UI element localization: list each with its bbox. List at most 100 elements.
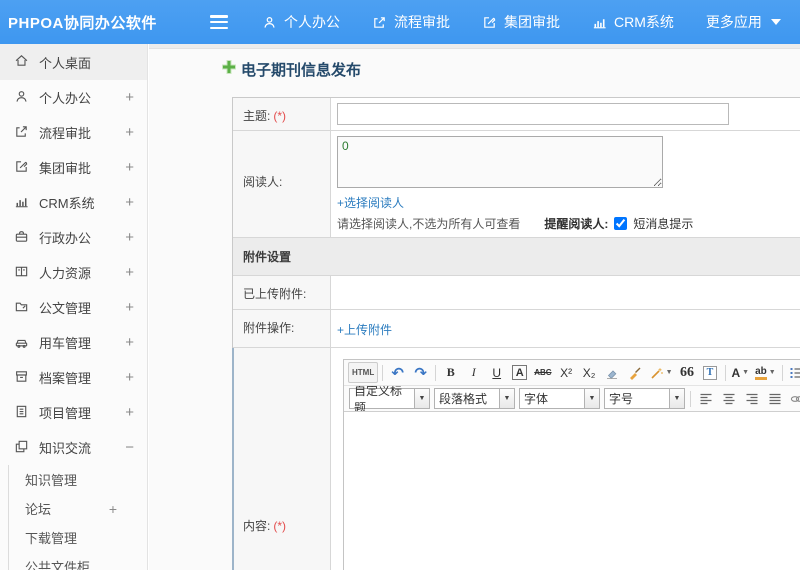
chevron-down-icon: ▼ <box>742 369 750 376</box>
blockquote-button[interactable]: 66 <box>677 362 698 383</box>
italic-button[interactable]: I <box>463 362 484 383</box>
readers-hint: 请选择阅读人,不选为所有人可查看 <box>337 217 521 231</box>
custom-heading-select[interactable]: 自定义标题 ▼ <box>349 386 430 411</box>
required-mark: (*) <box>273 109 287 123</box>
align-right-button[interactable] <box>741 388 762 409</box>
editor-toolbar-row1: HTML ↶ ↷ B I U A ABC X² X₂ ▼ 66 T A ▼ ab… <box>344 360 800 386</box>
superscript-button[interactable]: X² <box>556 362 577 383</box>
align-justify-button[interactable] <box>764 388 785 409</box>
font-style-button[interactable]: A <box>509 362 530 383</box>
sidebar-item-admin-office[interactable]: 行政办公 + <box>0 220 147 255</box>
sidebar-item-project-management[interactable]: 项目管理 + <box>0 395 147 430</box>
menu-toggle-icon[interactable] <box>210 15 230 29</box>
chevron-down-icon[interactable]: ▼ <box>414 389 429 408</box>
chevron-down-icon[interactable]: ▼ <box>669 389 684 408</box>
content-value-cell: HTML ↶ ↷ B I U A ABC X² X₂ ▼ 66 T A ▼ ab… <box>331 348 800 570</box>
html-source-button[interactable]: HTML <box>348 362 379 383</box>
sidebar-item-workflow-approval[interactable]: 流程审批 + <box>0 115 147 150</box>
expand-toggle[interactable]: + <box>125 404 134 421</box>
sidebar-item-archive-management[interactable]: 档案管理 + <box>0 360 147 395</box>
undo-button[interactable]: ↶ <box>387 362 408 383</box>
nav-personal-office[interactable]: 个人办公 <box>262 12 340 32</box>
chevron-down-icon: ▼ <box>768 369 776 376</box>
insert-link-button[interactable] <box>787 388 800 409</box>
align-center-button[interactable] <box>718 388 739 409</box>
sidebar-item-human-resources[interactable]: 人力资源 + <box>0 255 147 290</box>
nav-label: 个人办公 <box>284 14 340 30</box>
share-icon <box>372 15 387 30</box>
expand-toggle[interactable]: + <box>125 194 134 211</box>
attachment-action-label: 附件操作: <box>243 321 295 335</box>
editor-content-area[interactable] <box>344 412 800 570</box>
underline-button[interactable]: U <box>486 362 507 383</box>
subject-input[interactable] <box>337 103 729 125</box>
auto-format-button[interactable]: ▼ <box>648 362 675 383</box>
font-family-select[interactable]: 字体 ▼ <box>519 388 600 409</box>
sidebar-item-group-approval[interactable]: 集团审批 + <box>0 150 147 185</box>
expand-toggle[interactable]: + <box>125 159 134 176</box>
sidebar-item-knowledge-exchange[interactable]: 知识交流 − <box>0 430 147 465</box>
remind-readers-label: 提醒阅读人: <box>544 217 609 231</box>
eraser-button[interactable] <box>602 362 623 383</box>
required-mark: (*) <box>273 518 287 533</box>
user-icon <box>14 89 29 107</box>
main-content: 电子期刊信息发布 主题: (*) 阅读人: 0 +选择阅读人 请选择阅读人,不选… <box>149 44 800 570</box>
paragraph-format-select[interactable]: 段落格式 ▼ <box>434 388 515 409</box>
highlight-color-button[interactable]: ab ▼ <box>753 362 778 383</box>
expand-toggle[interactable]: + <box>125 89 134 106</box>
expand-toggle[interactable]: + <box>125 334 134 351</box>
nav-more-apps[interactable]: 更多应用 <box>706 12 781 32</box>
choose-readers-link[interactable]: +选择阅读人 <box>337 194 404 211</box>
chevron-down-icon: ▼ <box>665 369 673 376</box>
ordered-list-button[interactable]: ▼ <box>787 362 800 383</box>
sidebar-subitem-download-management[interactable]: 下载管理 <box>9 523 147 552</box>
nav-label: 集团审批 <box>504 14 560 30</box>
chevron-down-icon[interactable]: ▼ <box>584 389 599 408</box>
strikethrough-button[interactable]: ABC <box>532 362 553 383</box>
sidebar-item-label: 项目管理 <box>39 406 92 421</box>
align-left-button[interactable] <box>695 388 716 409</box>
folder-icon <box>14 299 29 317</box>
expand-toggle[interactable]: + <box>125 369 134 386</box>
font-color-button[interactable]: A ▼ <box>730 362 752 383</box>
format-brush-button[interactable] <box>625 362 646 383</box>
subscript-button[interactable]: X₂ <box>579 362 600 383</box>
expand-toggle[interactable]: + <box>125 264 134 281</box>
readers-label: 阅读人: <box>243 175 283 189</box>
readers-value-cell: 0 +选择阅读人 请选择阅读人,不选为所有人可查看 提醒阅读人: 短消息提示 <box>331 131 800 237</box>
bold-button[interactable]: B <box>440 362 461 383</box>
car-icon <box>14 334 29 352</box>
font-color-icon: A <box>731 365 741 380</box>
expand-toggle[interactable]: + <box>125 124 134 141</box>
readers-textarea[interactable]: 0 <box>337 136 663 188</box>
sidebar-item-crm-system[interactable]: CRM系统 + <box>0 185 147 220</box>
sidebar-item-label: 个人桌面 <box>39 55 92 71</box>
sidebar-item-personal-office[interactable]: 个人办公 + <box>0 80 147 115</box>
sidebar-item-vehicle-management[interactable]: 用车管理 + <box>0 325 147 360</box>
nav-group-approval[interactable]: 集团审批 <box>482 12 560 32</box>
highlight-icon: ab <box>755 366 767 380</box>
upload-attachment-link[interactable]: +上传附件 <box>337 323 392 337</box>
collapse-toggle[interactable]: − <box>125 439 134 456</box>
sidebar-subitem-knowledge-management[interactable]: 知识管理 <box>9 465 147 494</box>
nav-crm-system[interactable]: CRM系统 <box>592 12 674 32</box>
paste-as-text-button[interactable]: T <box>700 362 721 383</box>
sidebar-subitem-forum[interactable]: 论坛 + <box>9 494 147 523</box>
attachment-section-row: 附件设置 <box>233 238 800 276</box>
expand-toggle[interactable]: + <box>125 299 134 316</box>
sidebar-item-label: 档案管理 <box>39 371 92 386</box>
expand-toggle[interactable]: + <box>125 229 134 246</box>
expand-toggle[interactable]: + <box>109 501 117 517</box>
sidebar-subitem-public-file-cabinet[interactable]: 公共文件柜 <box>9 552 147 570</box>
chevron-down-icon[interactable]: ▼ <box>499 389 514 408</box>
uploaded-attachments-label: 已上传附件: <box>243 287 307 301</box>
attachment-action-row: 附件操作: +上传附件 <box>233 310 800 348</box>
sidebar-item-label: 公文管理 <box>39 301 92 316</box>
page-title-row: 电子期刊信息发布 <box>221 59 361 80</box>
nav-workflow-approval[interactable]: 流程审批 <box>372 12 450 32</box>
font-size-select[interactable]: 字号 ▼ <box>604 388 685 409</box>
sidebar-item-personal-desktop[interactable]: 个人桌面 <box>0 44 147 80</box>
sms-remind-checkbox[interactable] <box>614 217 628 230</box>
sidebar-item-document-management[interactable]: 公文管理 + <box>0 290 147 325</box>
redo-button[interactable]: ↷ <box>410 362 431 383</box>
